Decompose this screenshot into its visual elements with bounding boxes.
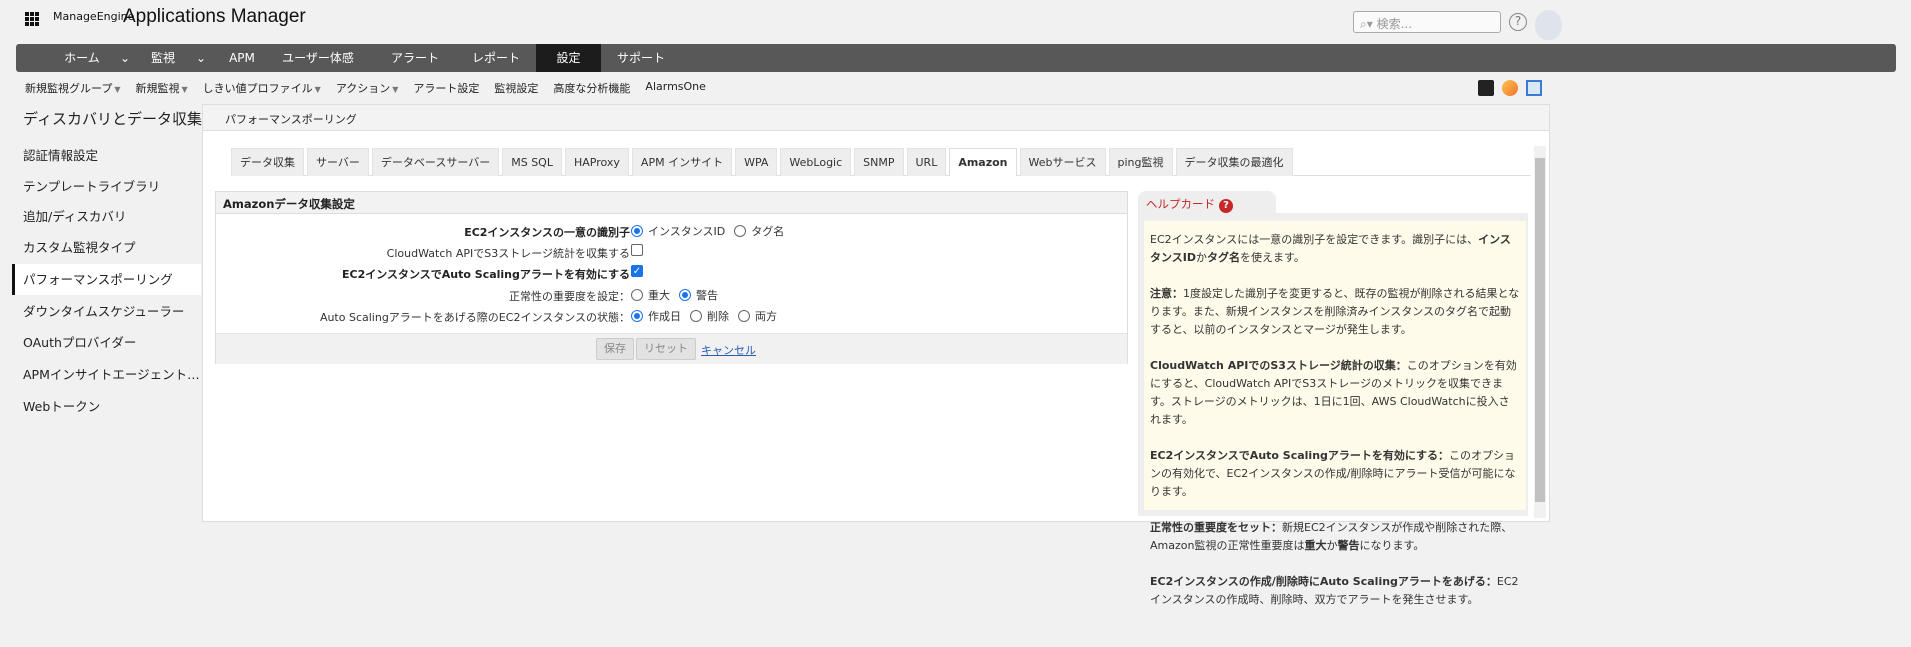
save-button[interactable]: 保存 <box>596 338 634 360</box>
subnav-monitor-settings[interactable]: 監視設定 <box>494 80 538 96</box>
tab-servers[interactable]: サーバー <box>307 148 369 176</box>
field-label: CloudWatch APIでS3ストレージ統計を収集する <box>386 247 630 260</box>
sidebar-item-credentials[interactable]: 認証情報設定 <box>12 140 201 171</box>
form-row-autoscaling: EC2インスタンスでAuto Scalingアラートを有効にする ✓ <box>216 263 1127 283</box>
caret-icon: ▼ <box>392 85 399 94</box>
option-label: インスタンスID <box>648 225 726 238</box>
nav-home[interactable]: ホーム <box>56 44 108 72</box>
option-label: 両方 <box>755 310 777 323</box>
form-row-s3-stats: CloudWatch APIでS3ストレージ統計を収集する <box>216 242 1127 262</box>
cancel-link[interactable]: キャンセル <box>701 342 756 358</box>
radio-critical[interactable] <box>631 289 643 301</box>
scrollbar-thumb[interactable] <box>1535 158 1545 502</box>
option-label: 重大 <box>648 289 670 302</box>
tab-database-servers[interactable]: データベースサーバー <box>371 148 500 176</box>
tab-amazon[interactable]: Amazon <box>949 148 1017 176</box>
tab-url[interactable]: URL <box>906 148 947 176</box>
sidebar-item-downtime-scheduler[interactable]: ダウンタイムスケジューラー <box>12 296 201 327</box>
caret-icon: ▼ <box>181 85 188 94</box>
settings-icon[interactable] <box>1478 80 1494 96</box>
radio-deleted[interactable] <box>690 310 702 322</box>
caret-icon: ▼ <box>114 85 121 94</box>
nav-apm[interactable]: APM <box>222 44 262 72</box>
tab-data-collection[interactable]: データ収集 <box>231 148 304 176</box>
tab-ping[interactable]: ping監視 <box>1108 148 1173 176</box>
main-panel: パフォーマンスポーリング データ収集 サーバー データベースサーバー MS SQ… <box>202 104 1550 606</box>
subnav-alert-settings[interactable]: アラート設定 <box>413 80 479 96</box>
amazon-settings-form: Amazonデータ収集設定 EC2インスタンスの一意の識別子 インスタンスID タ… <box>215 191 1128 364</box>
subnav-threshold-profile[interactable]: しきい値プロファイル ▼ <box>203 80 321 96</box>
reset-button[interactable]: リセット <box>636 338 696 360</box>
field-label: EC2インスタンスでAuto Scalingアラートを有効にする <box>341 268 630 281</box>
radio-created[interactable] <box>631 310 643 322</box>
subnav-alarmsone[interactable]: AlarmsOne <box>645 80 706 96</box>
help-card: ヘルプカード? EC2インスタンスには一意の識別子を設定できます。識別子には、イ… <box>1138 191 1528 606</box>
search-input[interactable]: ⌕▾ 検索... <box>1353 11 1501 33</box>
sidebar-title: ディスカバリとデータ収集 <box>23 110 202 128</box>
help-icon[interactable]: ? <box>1509 13 1527 31</box>
page-title: パフォーマンスポーリング <box>203 105 1549 131</box>
help-card-body: EC2インスタンスには一意の識別子を設定できます。識別子には、インスタンスIDか… <box>1144 221 1526 606</box>
field-label: EC2インスタンスの一意の識別子 <box>464 226 630 239</box>
form-row-severity: 正常性の重要度を設定： 重大 警告 <box>216 285 1127 305</box>
sidebar-item-template-library[interactable]: テンプレートライブラリ <box>12 171 201 202</box>
option-label: 削除 <box>707 310 729 323</box>
avatar[interactable] <box>1535 10 1562 40</box>
sidebar-item-discovery[interactable]: 追加/ディスカバリ <box>12 201 201 232</box>
tab-apm-insight[interactable]: APM インサイト <box>631 148 733 176</box>
tab-data-collection-optimization[interactable]: データ収集の最適化 <box>1175 148 1293 176</box>
sidebar-item-apm-insight-agent[interactable]: APMインサイトエージェント設定... <box>12 359 201 390</box>
sub-nav: 新規監視グループ ▼ 新規監視 ▼ しきい値プロファイル ▼ アクション ▼ アラート設… <box>25 80 706 96</box>
scrollbar[interactable] <box>1534 146 1546 518</box>
nav-settings[interactable]: 設定 <box>536 44 601 72</box>
option-label: 警告 <box>696 289 718 302</box>
tab-haproxy[interactable]: HAProxy <box>564 148 629 176</box>
tab-web-services[interactable]: Webサービス <box>1019 148 1106 176</box>
form-row-instance-state: Auto Scalingアラートをあげる際のEC2インスタンスの状態： 作成日 削… <box>216 306 1127 326</box>
s3-stats-checkbox[interactable] <box>631 244 643 256</box>
subnav-advanced-analytics[interactable]: 高度な分析機能 <box>553 80 630 96</box>
help-card-title: ヘルプカード <box>1146 197 1215 211</box>
field-label: Auto Scalingアラートをあげる際のEC2インスタンスの状態： <box>319 311 630 324</box>
subnav-new-group[interactable]: 新規監視グループ ▼ <box>25 80 121 96</box>
form-actions: 保存 リセット キャンセル <box>216 333 1127 364</box>
main-nav: ホーム ⌄ 監視 ⌄ APM ユーザー体感 アラート レポート 設定 サポート <box>16 44 1896 72</box>
radio-instance-id[interactable] <box>631 225 643 237</box>
nav-monitors[interactable]: 監視 <box>142 44 184 72</box>
caret-icon: ▼ <box>314 85 321 94</box>
tab-wpa[interactable]: WPA <box>735 148 778 176</box>
help-icon: ? <box>1219 199 1233 213</box>
search-icon: ⌕▾ <box>1360 17 1377 31</box>
sidebar-item-custom-monitor-types[interactable]: カスタム監視タイプ <box>12 232 201 263</box>
autoscaling-checkbox[interactable]: ✓ <box>631 265 643 277</box>
subnav-actions[interactable]: アクション ▼ <box>336 80 399 96</box>
subnav-new-monitor[interactable]: 新規監視 ▼ <box>136 80 188 96</box>
radio-warning[interactable] <box>679 289 691 301</box>
chevron-down-icon[interactable]: ⌄ <box>192 44 210 72</box>
sidebar-item-performance-polling[interactable]: パフォーマンスポーリング <box>12 264 201 295</box>
chart-icon[interactable] <box>1502 80 1518 96</box>
option-label: 作成日 <box>648 310 681 323</box>
tab-bar: データ収集 サーバー データベースサーバー MS SQL HAProxy APM… <box>231 148 1531 176</box>
nav-support[interactable]: サポート <box>611 44 671 72</box>
nav-user-experience[interactable]: ユーザー体感 <box>278 44 358 72</box>
tab-snmp[interactable]: SNMP <box>854 148 904 176</box>
nav-reports[interactable]: レポート <box>466 44 526 72</box>
radio-both[interactable] <box>738 310 750 322</box>
app-grid-icon[interactable] <box>25 12 39 26</box>
radio-tag-name[interactable] <box>734 225 747 237</box>
print-icon[interactable] <box>1526 80 1542 96</box>
sidebar-item-oauth-provider[interactable]: OAuthプロバイダー <box>12 327 201 358</box>
form-row-identifier: EC2インスタンスの一意の識別子 インスタンスID タグ名 <box>216 221 1127 241</box>
option-label: タグ名 <box>751 225 785 238</box>
form-title: Amazonデータ収集設定 <box>216 192 1127 214</box>
sidebar-item-web-token[interactable]: Webトークン <box>12 391 201 422</box>
nav-alerts[interactable]: アラート <box>386 44 444 72</box>
app-title[interactable]: Applications Manager <box>123 6 306 28</box>
toolbar-icons <box>1478 80 1542 96</box>
tab-ms-sql[interactable]: MS SQL <box>502 148 562 176</box>
chevron-down-icon[interactable]: ⌄ <box>116 44 134 72</box>
field-label: 正常性の重要度を設定： <box>509 290 630 303</box>
tab-weblogic[interactable]: WebLogic <box>780 148 852 176</box>
